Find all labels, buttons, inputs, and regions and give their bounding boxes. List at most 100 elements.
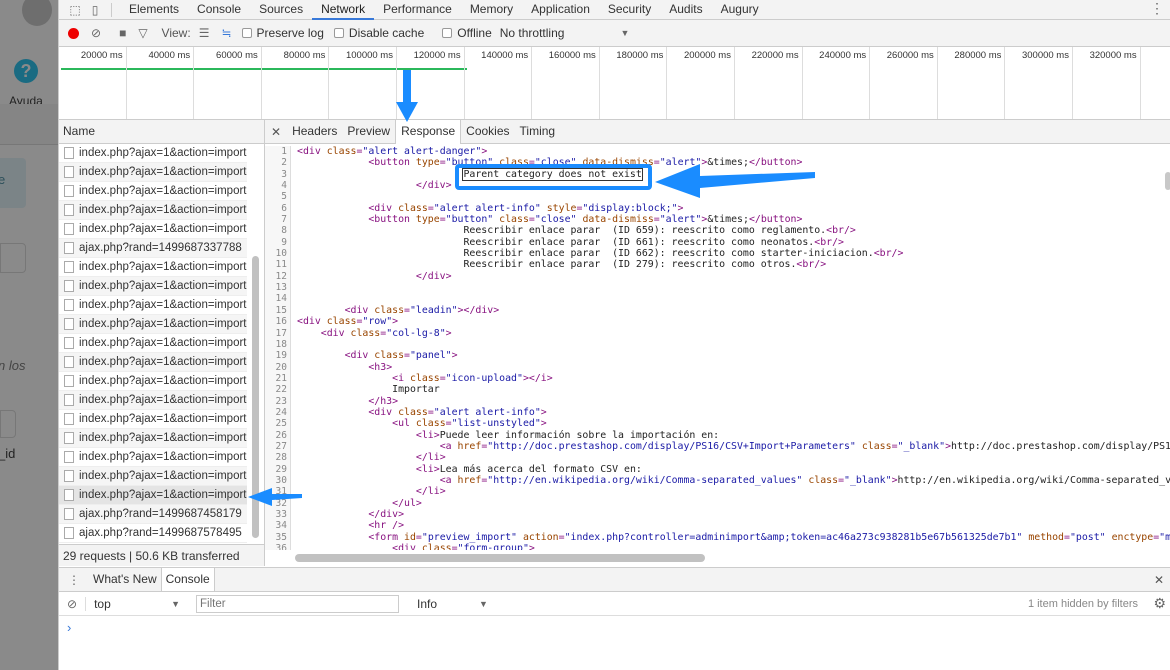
- chevron-down-icon[interactable]: ▼: [479, 599, 488, 609]
- code-line: <div class="alert alert-danger">: [297, 146, 488, 157]
- request-row[interactable]: index.php?ajax=1&action=import&: [59, 220, 247, 239]
- tab-timing[interactable]: Timing: [515, 120, 561, 144]
- request-row[interactable]: index.php?ajax=1&action=import&: [59, 486, 247, 505]
- request-list: Name index.php?ajax=1&action=import& inde…: [59, 120, 265, 566]
- line-number: 12: [275, 270, 287, 282]
- tab-elements[interactable]: Elements: [120, 0, 188, 20]
- clear-console-icon[interactable]: ⊘: [67, 597, 77, 611]
- line-number: 7: [281, 214, 287, 226]
- request-row[interactable]: index.php?ajax=1&action=import&: [59, 448, 247, 467]
- help-icon[interactable]: ?: [14, 59, 38, 83]
- network-overview-timeline[interactable]: 20000 ms 40000 ms 60000 ms 80000 ms 100000 m…: [59, 47, 1170, 120]
- line-number: 21: [275, 372, 287, 384]
- inspect-element-icon[interactable]: ⬚: [67, 3, 83, 17]
- request-row[interactable]: index.php?ajax=1&action=import&: [59, 467, 247, 486]
- response-vertical-scrollbar[interactable]: [1165, 172, 1170, 190]
- disable-cache-checkbox[interactable]: [333, 28, 344, 38]
- tab-application[interactable]: Application: [522, 0, 599, 20]
- context-select[interactable]: top: [85, 596, 171, 611]
- request-list-scrollbar[interactable]: [252, 256, 259, 538]
- line-number: 22: [275, 384, 287, 396]
- request-row[interactable]: index.php?ajax=1&action=import&: [59, 315, 247, 334]
- console-drawer: ⋮ What's NewConsole ✕ ⊘ top ▼ Info ▼ 1 it…: [59, 567, 1170, 670]
- chevron-down-icon[interactable]: ▼: [171, 599, 180, 609]
- close-drawer-icon[interactable]: ✕: [1154, 573, 1164, 587]
- request-row[interactable]: index.php?ajax=1&action=import&: [59, 163, 247, 182]
- tab-console[interactable]: Console: [188, 0, 250, 20]
- tab-augury[interactable]: Augury: [712, 0, 768, 20]
- console-filter-input[interactable]: [195, 594, 399, 613]
- request-row[interactable]: index.php?ajax=1&action=import&: [59, 334, 247, 353]
- file-icon: [64, 147, 74, 159]
- file-icon: [64, 432, 74, 444]
- gear-icon[interactable]: ⚙: [1153, 595, 1166, 612]
- line-number: 13: [275, 282, 287, 294]
- waterfall-view-icon[interactable]: ≒: [221, 26, 231, 40]
- request-name: index.php?ajax=1&action=import&: [79, 318, 247, 330]
- timeline-tick: 140000 ms: [465, 47, 533, 119]
- close-icon[interactable]: ✕: [265, 125, 287, 139]
- response-horizontal-scrollbar[interactable]: [295, 554, 705, 562]
- clear-icon[interactable]: ⊘: [91, 26, 101, 40]
- request-row[interactable]: index.php?ajax=1&action=import&: [59, 182, 247, 201]
- camera-icon[interactable]: ■: [119, 26, 126, 40]
- line-number: 5: [281, 191, 287, 203]
- request-row[interactable]: index.php?ajax=1&action=import&: [59, 144, 247, 163]
- timeline-tick: 200000 ms: [667, 47, 735, 119]
- drawer-menu-icon[interactable]: ⋮: [59, 573, 89, 587]
- line-number: 26: [275, 429, 287, 441]
- tab-cookies[interactable]: Cookies: [461, 120, 514, 144]
- code-line: </div>: [415, 180, 452, 192]
- request-row[interactable]: ajax.php?rand=1499687578495: [59, 524, 247, 543]
- request-row[interactable]: ajax.php?rand=1499687337788: [59, 239, 247, 258]
- code-line: Reescribir enlace parar (ID 662): reescr…: [297, 248, 904, 260]
- file-icon: [64, 242, 74, 254]
- file-icon: [64, 489, 74, 501]
- console-prompt[interactable]: ›: [59, 616, 1170, 635]
- code-line: </div>: [368, 509, 405, 520]
- request-name: index.php?ajax=1&action=import&: [79, 470, 247, 482]
- request-row[interactable]: index.php?ajax=1&action=import&: [59, 258, 247, 277]
- request-row[interactable]: index.php?ajax=1&action=import&: [59, 391, 247, 410]
- chevron-down-icon[interactable]: ▼: [620, 28, 629, 38]
- tab-memory[interactable]: Memory: [461, 0, 522, 20]
- request-row[interactable]: index.php?ajax=1&action=import&: [59, 296, 247, 315]
- offline-checkbox[interactable]: [442, 28, 453, 38]
- request-row[interactable]: index.php?ajax=1&action=import&: [59, 277, 247, 296]
- file-icon: [64, 280, 74, 292]
- hidden-items-note: 1 item hidden by filters: [1027, 597, 1138, 610]
- request-row[interactable]: index.php?ajax=1&action=import&: [59, 372, 247, 391]
- preserve-log-checkbox[interactable]: [241, 28, 252, 38]
- tab-preview[interactable]: Preview: [342, 120, 395, 144]
- file-icon: [64, 470, 74, 482]
- request-row[interactable]: index.php?ajax=1&action=import&: [59, 410, 247, 429]
- tab-response[interactable]: Response: [395, 119, 462, 144]
- preserve-log-label: Preserve log: [256, 26, 324, 40]
- tab-sources[interactable]: Sources: [250, 0, 312, 20]
- request-row[interactable]: index.php?ajax=1&action=import&: [59, 353, 247, 372]
- list-view-icon[interactable]: ☰: [199, 26, 210, 40]
- drawer-tab-what-s-new[interactable]: What's New: [89, 568, 161, 591]
- detail-tabs: ✕ Headers Preview Response Cookies Timing: [265, 119, 1170, 144]
- tab-network[interactable]: Network: [312, 0, 375, 20]
- response-body: 1 2 3 4 5 6 7 8 9 10 11 12 13 14 15 16 17 18 19 20 21 22 23 24 2…: [265, 146, 1170, 550]
- tab-performance[interactable]: Performance: [374, 0, 461, 20]
- tab-headers[interactable]: Headers: [287, 120, 342, 144]
- throttling-select[interactable]: No throttling: [500, 26, 565, 40]
- record-icon[interactable]: [68, 27, 79, 39]
- request-row[interactable]: index.php?ajax=1&action=import&: [59, 429, 247, 448]
- filter-icon[interactable]: ▽: [138, 26, 147, 40]
- request-row[interactable]: index.php?ajax=1&action=import&: [59, 201, 247, 220]
- drawer-tab-console[interactable]: Console: [160, 568, 215, 591]
- file-icon: [64, 508, 74, 520]
- request-row[interactable]: ajax.php?rand=1499687458179: [59, 505, 247, 524]
- more-options-icon[interactable]: ⋮: [1150, 0, 1164, 17]
- device-toolbar-icon[interactable]: ▯: [87, 3, 103, 17]
- file-icon: [64, 299, 74, 311]
- log-level-select[interactable]: Info: [417, 597, 479, 611]
- tab-security[interactable]: Security: [599, 0, 660, 20]
- name-column-header[interactable]: Name: [59, 120, 264, 144]
- tab-audits[interactable]: Audits: [660, 0, 711, 20]
- code-line: <li>Puede leer información sobre la impo…: [415, 429, 720, 441]
